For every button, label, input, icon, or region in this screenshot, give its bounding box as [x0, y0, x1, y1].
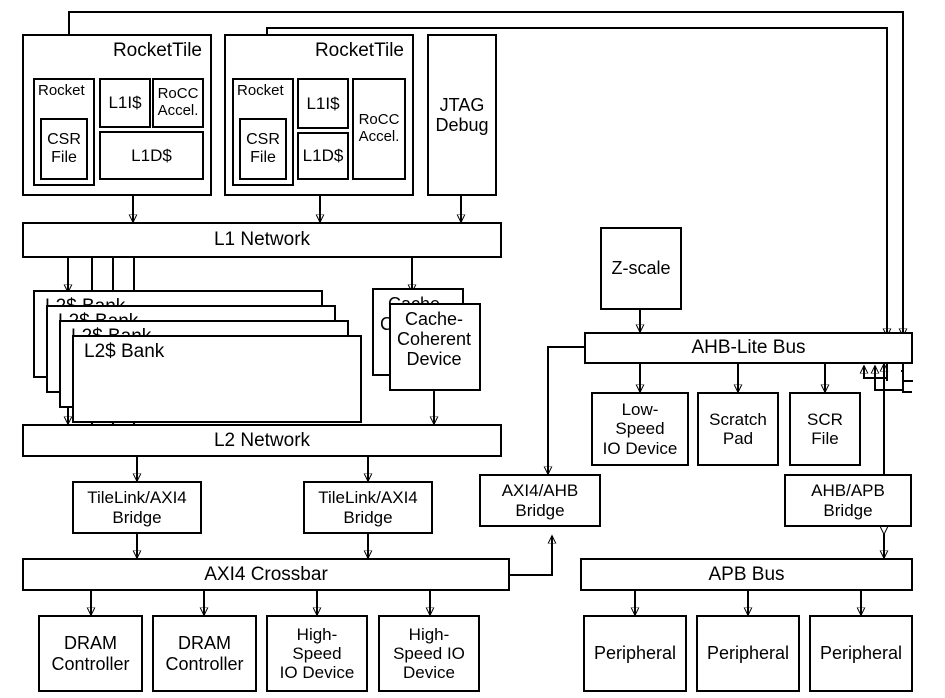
block-l1d-2: L1D$ — [297, 132, 349, 180]
block-l2-network: L2 Network — [22, 424, 502, 457]
l1-network-label: L1 Network — [213, 229, 311, 251]
block-cache-coherent-device-1: Cache- Coherent Device — [389, 303, 481, 391]
rocc-2-label: RoCC Accel. — [358, 111, 400, 145]
l1i-1-label: L1I$ — [108, 93, 142, 113]
high-speed-io-device-1-label: High- Speed IO Device — [279, 624, 355, 683]
block-ahb-lite-bus: AHB-Lite Bus — [584, 332, 913, 364]
block-dram-controller-1: DRAM Controller — [38, 615, 143, 692]
z-scale-label: Z-scale — [611, 258, 671, 279]
axi4-crossbar-label: AXI4 Crossbar — [204, 563, 328, 585]
block-csr-file-1: CSR File — [40, 118, 88, 180]
block-tilelink-axi4-bridge-2: TileLink/AXI4 Bridge — [303, 481, 433, 534]
block-rocc-1: RoCC Accel. — [152, 78, 204, 128]
tilelink-axi4-bridge-2-label: TileLink/AXI4 Bridge — [318, 488, 418, 527]
wire-return-2 — [864, 28, 888, 379]
low-speed-io-device-label: Low- Speed IO Device — [602, 400, 678, 458]
l1i-2-label: L1I$ — [306, 93, 340, 113]
l1d-2-label: L1D$ — [302, 146, 344, 166]
block-tilelink-axi4-bridge-1: TileLink/AXI4 Bridge — [72, 481, 202, 534]
peripheral-1-label: Peripheral — [593, 643, 677, 664]
block-scratch-pad: Scratch Pad — [697, 392, 779, 466]
peripheral-3-label: Peripheral — [819, 643, 903, 664]
block-low-speed-io-device: Low- Speed IO Device — [591, 392, 689, 466]
block-axi4-crossbar: AXI4 Crossbar — [22, 558, 510, 591]
block-scr-file: SCR File — [789, 392, 861, 466]
block-l1-network: L1 Network — [22, 222, 502, 258]
block-dram-controller-2: DRAM Controller — [152, 615, 257, 692]
l1d-1-label: L1D$ — [131, 145, 172, 165]
block-l1i-2: L1I$ — [297, 78, 349, 129]
tilelink-axi4-bridge-1-label: TileLink/AXI4 Bridge — [87, 488, 187, 527]
block-high-speed-io-device-1: High- Speed IO Device — [266, 615, 368, 692]
l2-bank-1-label: L2$ Bank — [84, 341, 165, 362]
ahb-lite-bus-label: AHB-Lite Bus — [691, 337, 806, 359]
high-speed-io-device-2-label: High- Speed IO Device — [393, 624, 465, 683]
block-rocc-2: RoCC Accel. — [352, 78, 406, 180]
block-l2-bank-1: L2$ Bank — [72, 335, 362, 423]
rocket-tile-1-label: RocketTile — [112, 40, 202, 61]
diagram-canvas: RocketTile Rocket CSR File L1I$ RoCC Acc… — [0, 0, 945, 698]
block-l1i-1: L1I$ — [99, 78, 151, 128]
block-z-scale: Z-scale — [600, 227, 682, 310]
block-peripheral-1: Peripheral — [583, 615, 687, 692]
scratch-pad-label: Scratch Pad — [709, 409, 767, 448]
dram-controller-1-label: DRAM Controller — [51, 633, 130, 674]
jtag-debug-label: JTAG Debug — [435, 94, 489, 135]
wire-axi4ahb-to-crossbar — [510, 536, 552, 576]
block-peripheral-3: Peripheral — [809, 615, 913, 692]
rocket-1-label: Rocket — [38, 82, 85, 99]
ahb-apb-bridge-label: AHB/APB Bridge — [811, 481, 885, 520]
wire-ahblite-to-axi4ahb — [548, 346, 584, 474]
csr-file-2-label: CSR File — [246, 131, 280, 166]
scr-file-label: SCR File — [807, 409, 843, 448]
block-apb-bus: APB Bus — [580, 558, 913, 591]
dram-controller-2-label: DRAM Controller — [165, 633, 244, 674]
csr-file-1-label: CSR File — [47, 131, 81, 166]
block-ahb-apb-bridge: AHB/APB Bridge — [784, 474, 912, 527]
block-high-speed-io-device-2: High- Speed IO Device — [378, 615, 480, 692]
block-csr-file-2: CSR File — [239, 118, 287, 180]
axi4-ahb-bridge-label: AXI4/AHB Bridge — [501, 481, 579, 520]
block-jtag-debug: JTAG Debug — [427, 34, 497, 196]
rocket-2-label: Rocket — [237, 82, 284, 99]
cache-coherent-device-1-label: Cache- Coherent Device — [397, 309, 472, 370]
block-peripheral-2: Peripheral — [696, 615, 800, 692]
l2-network-label: L2 Network — [213, 429, 311, 451]
apb-bus-label: APB Bus — [708, 563, 785, 585]
rocc-1-label: RoCC Accel. — [157, 85, 199, 119]
block-axi4-ahb-bridge: AXI4/AHB Bridge — [479, 474, 601, 527]
block-l1d-1: L1D$ — [99, 131, 204, 180]
rocket-tile-2-label: RocketTile — [314, 40, 404, 61]
peripheral-2-label: Peripheral — [706, 643, 790, 664]
